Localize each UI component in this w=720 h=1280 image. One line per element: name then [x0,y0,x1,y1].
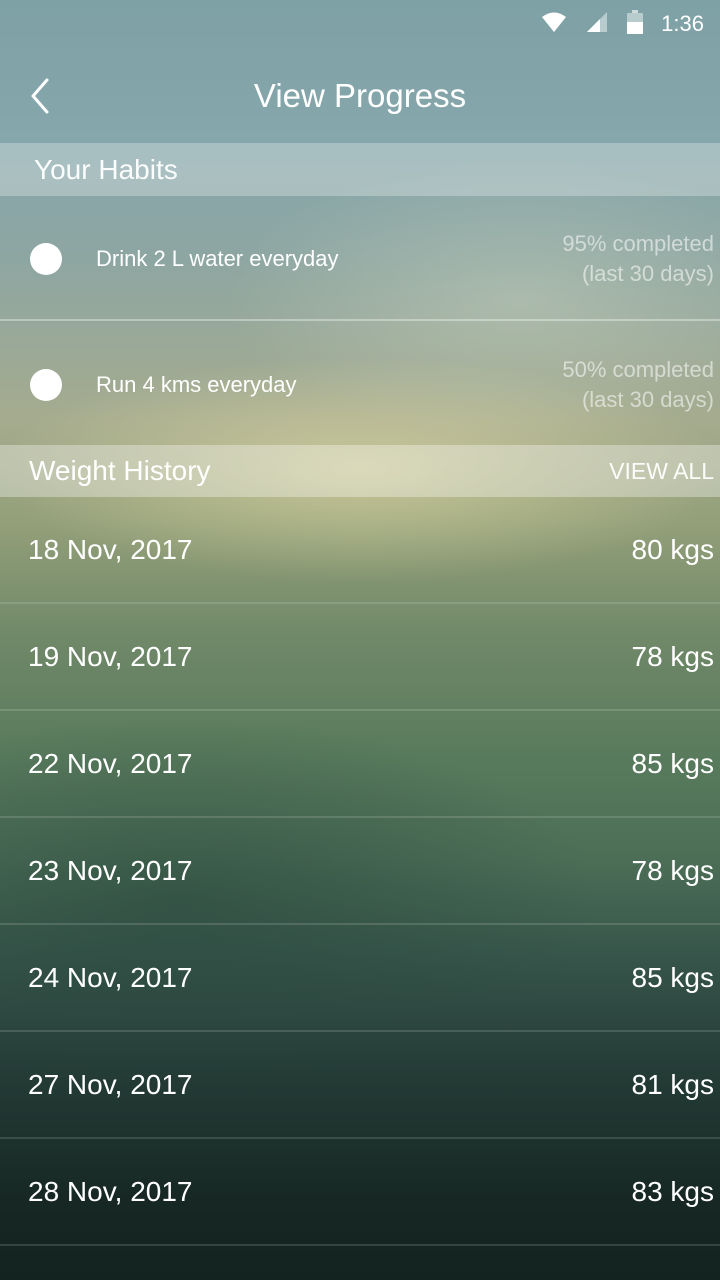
weight-row[interactable]: 27 Nov, 2017 81 kgs [0,1032,720,1138]
habit-divider [0,319,720,321]
weight-row[interactable]: 19 Nov, 2017 78 kgs [0,604,720,710]
habit-completed-text: 95% completed [562,231,714,256]
weight-date: 27 Nov, 2017 [28,1069,193,1100]
habits-section-header: Your Habits [0,143,720,196]
habit-item[interactable]: Drink 2 L water everyday 95% completed (… [0,197,720,321]
battery-icon [627,9,644,39]
habit-completed-text: 50% completed [562,357,714,382]
weight-date: 22 Nov, 2017 [28,748,193,779]
weight-row[interactable]: 28 Nov, 2017 83 kgs [0,1139,720,1245]
wifi-icon [541,11,567,38]
weight-row[interactable]: 22 Nov, 2017 85 kgs [0,711,720,817]
back-button[interactable] [18,74,62,118]
habit-item[interactable]: Run 4 kms everyday 50% completed (last 3… [0,323,720,447]
habit-status-dot [30,369,62,401]
chevron-left-icon [31,78,49,114]
weight-value: 83 kgs [631,1176,715,1207]
weight-value: 78 kgs [631,641,715,672]
status-time: 1:36 [661,11,704,36]
weight-history-label: Weight History [29,455,211,486]
habits-header-label: Your Habits [34,153,178,185]
weight-row[interactable]: 23 Nov, 2017 78 kgs [0,818,720,924]
weight-date: 28 Nov, 2017 [28,1176,193,1207]
habit-name: Run 4 kms everyday [96,372,297,397]
app-toolbar: View Progress [0,48,720,143]
weight-value: 85 kgs [631,962,715,993]
row-divider [0,1244,720,1246]
habit-progress: 95% completed (last 30 days) [562,229,720,289]
page-title: View Progress [253,76,467,114]
view-all-button[interactable]: VIEW ALL [609,458,714,485]
weight-date: 19 Nov, 2017 [28,641,193,672]
signal-icon [585,11,609,38]
habit-progress: 50% completed (last 30 days) [562,355,720,415]
weight-value: 81 kgs [631,1069,715,1100]
weight-history-header: Weight History VIEW ALL [0,445,720,497]
weight-date: 24 Nov, 2017 [28,962,193,993]
weight-row[interactable]: 18 Nov, 2017 80 kgs [0,497,720,603]
weight-value: 78 kgs [631,855,715,886]
habit-status-dot [30,243,62,275]
habit-period-text: (last 30 days) [581,387,714,412]
weight-value: 85 kgs [631,748,715,779]
habit-period-text: (last 30 days) [581,261,714,286]
weight-date: 23 Nov, 2017 [28,855,193,886]
weight-value: 80 kgs [631,534,715,565]
weight-date: 18 Nov, 2017 [28,534,193,565]
weight-row[interactable]: 24 Nov, 2017 85 kgs [0,925,720,1031]
status-bar: 1:36 [0,0,720,48]
habit-name: Drink 2 L water everyday [96,246,339,271]
